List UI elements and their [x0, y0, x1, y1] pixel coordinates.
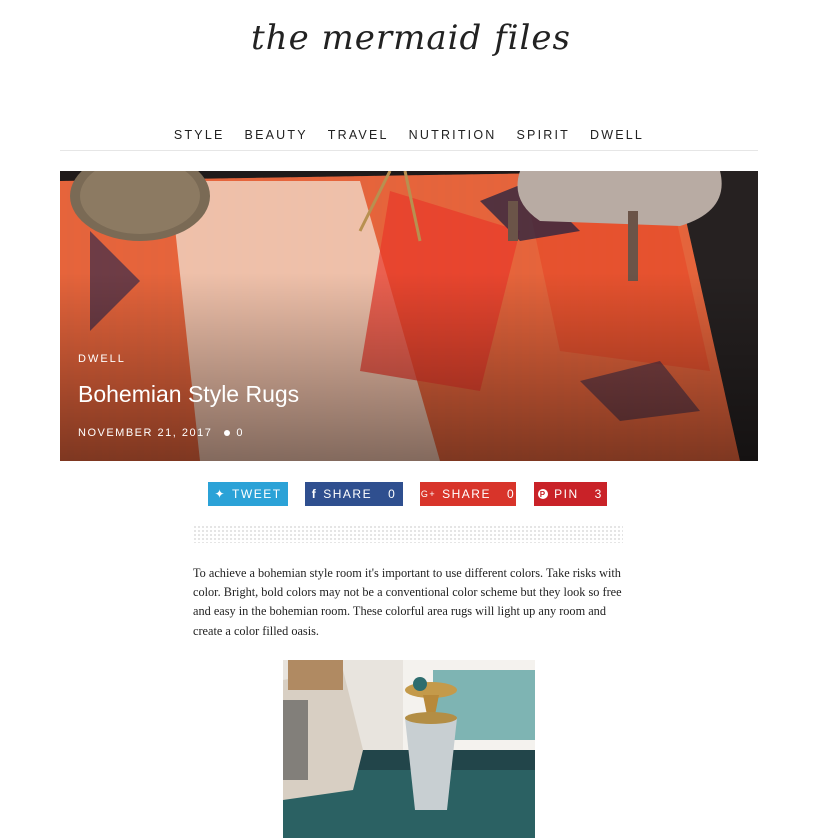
google-plus-icon: G+: [420, 489, 437, 499]
article-image-drawing: [283, 660, 535, 838]
nav-item-nutrition[interactable]: NUTRITION: [409, 126, 497, 150]
pinterest-pin-button[interactable]: P PIN 3: [534, 482, 607, 506]
nav-item-style[interactable]: STYLE: [174, 126, 225, 150]
nav-item-spirit[interactable]: SPIRIT: [517, 126, 570, 150]
article-image-rug-room[interactable]: [283, 660, 535, 838]
featured-post-hero[interactable]: DWELL Bohemian Style Rugs NOVEMBER 21, 2…: [60, 171, 758, 461]
tweet-label: TWEET: [232, 487, 282, 501]
post-date: NOVEMBER 21, 2017: [78, 427, 213, 439]
pinterest-pin-count: 3: [594, 487, 603, 501]
facebook-share-count: 0: [388, 487, 397, 501]
facebook-icon: f: [311, 487, 318, 501]
post-title[interactable]: Bohemian Style Rugs: [78, 381, 299, 408]
nav-item-beauty[interactable]: BEAUTY: [245, 126, 308, 150]
comment-count[interactable]: 0: [236, 427, 244, 439]
google-plus-share-button[interactable]: G+ SHARE 0: [420, 482, 516, 506]
nav-item-dwell[interactable]: DWELL: [590, 126, 644, 150]
pinterest-pin-label: PIN: [554, 487, 579, 501]
google-plus-share-count: 0: [506, 487, 516, 501]
facebook-share-label: SHARE: [323, 487, 373, 501]
post-meta: NOVEMBER 21, 2017 0: [78, 427, 244, 439]
twitter-icon: ✦: [214, 487, 227, 501]
google-plus-share-label: SHARE: [442, 487, 491, 501]
hero-overlay: [60, 171, 758, 461]
nav-item-travel[interactable]: TRAVEL: [328, 126, 389, 150]
article-paragraph: To achieve a bohemian style room it's im…: [193, 566, 622, 638]
tweet-button[interactable]: ✦ TWEET: [208, 482, 288, 506]
facebook-share-button[interactable]: f SHARE 0: [305, 482, 403, 506]
post-category[interactable]: DWELL: [78, 353, 126, 365]
site-logo[interactable]: the mermaid files: [0, 18, 822, 58]
dotted-divider: [193, 525, 623, 543]
main-nav: STYLE BEAUTY TRAVEL NUTRITION SPIRIT DWE…: [60, 126, 758, 151]
pinterest-icon: P: [538, 489, 549, 499]
comment-icon: [224, 430, 231, 436]
